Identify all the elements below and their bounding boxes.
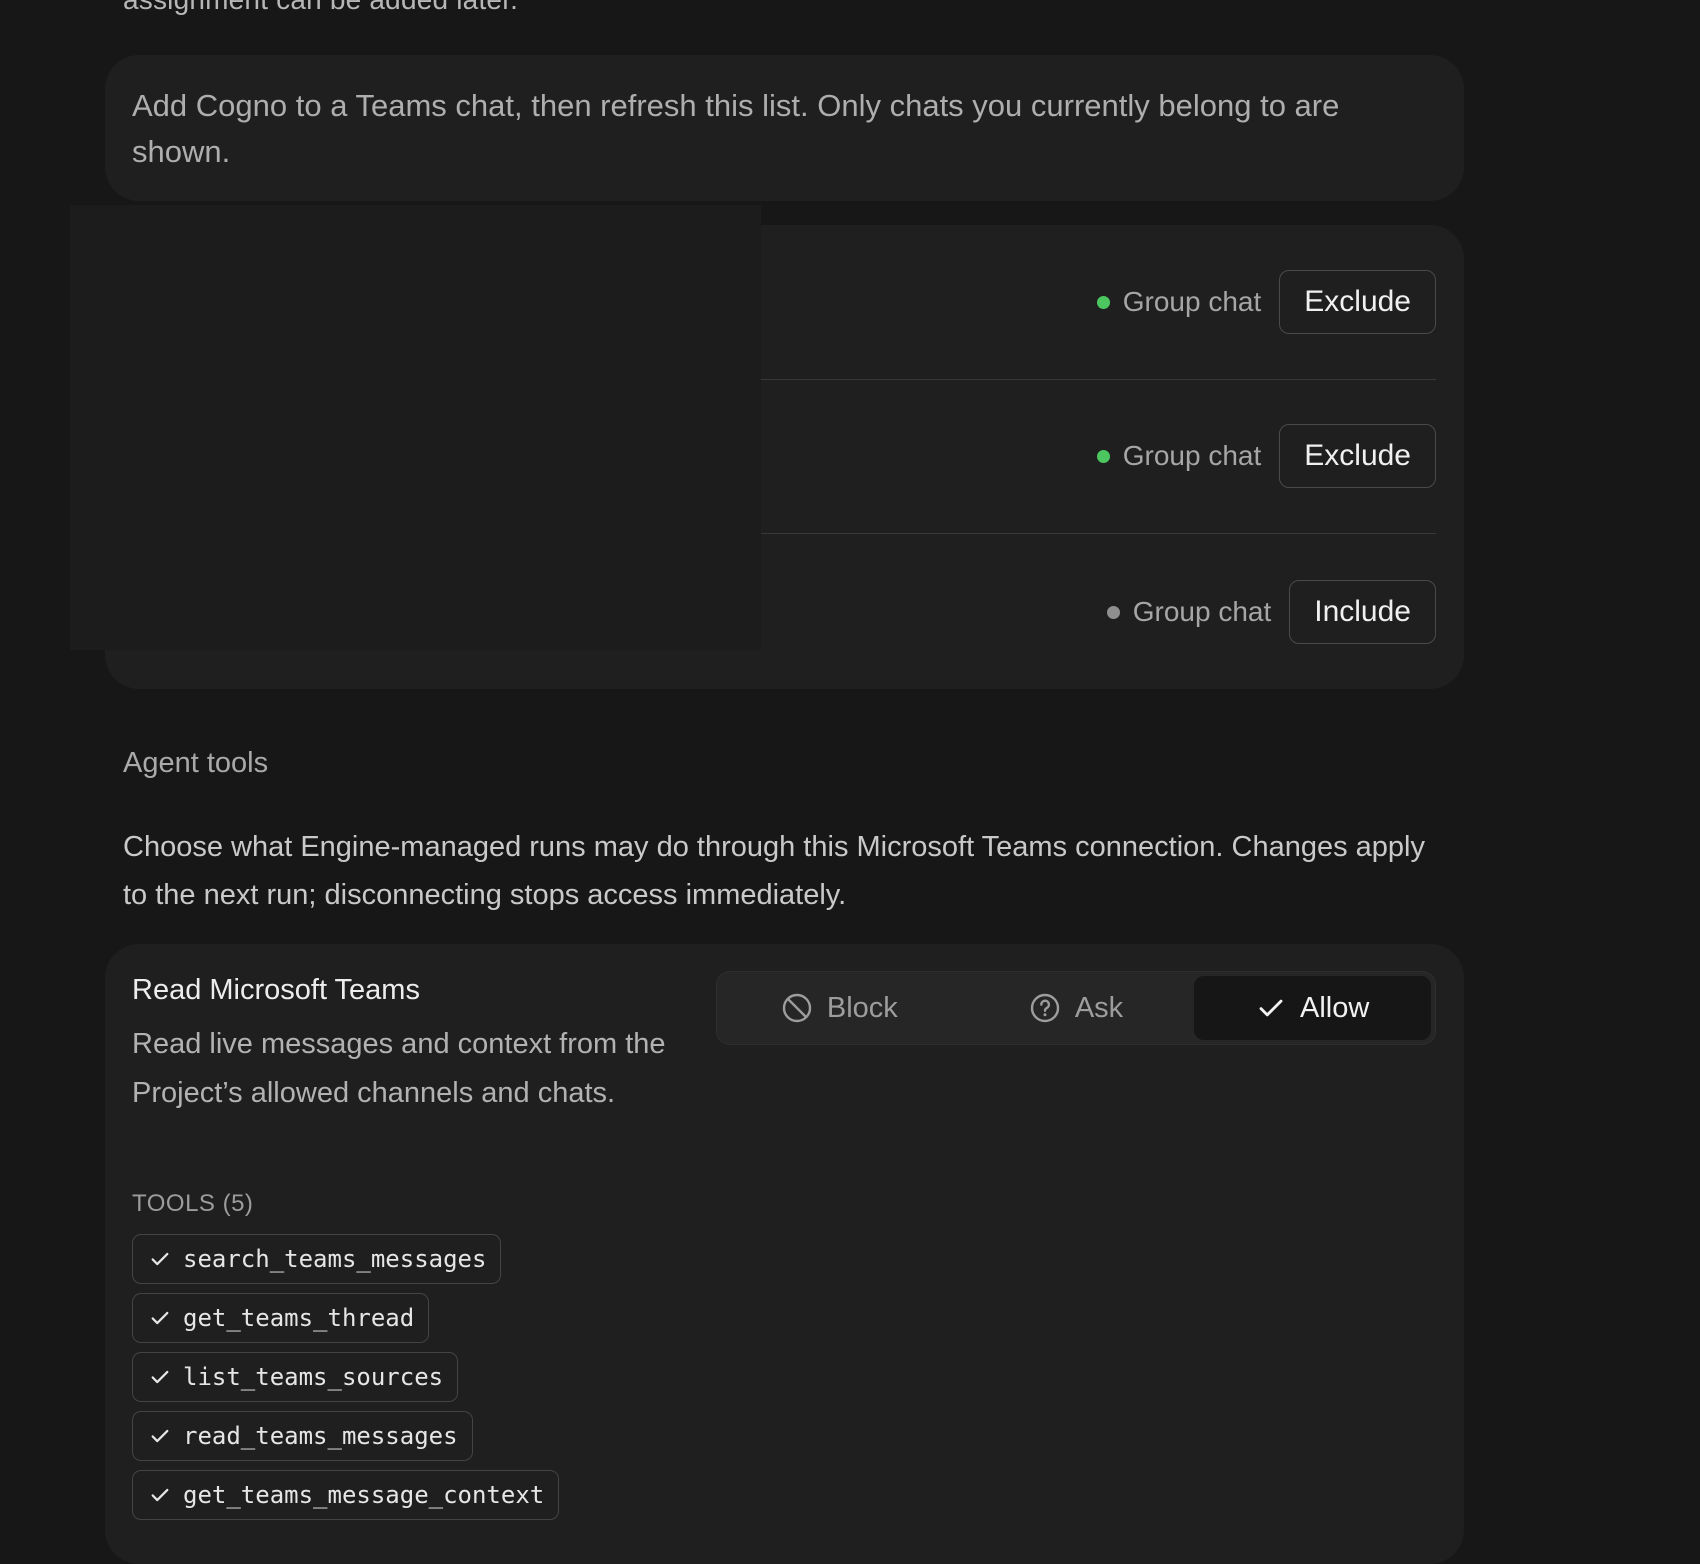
section-title: Agent tools xyxy=(123,747,269,779)
tool-chip: get_teams_message_context xyxy=(132,1470,560,1520)
block-option[interactable]: Block xyxy=(721,976,958,1040)
list-item: search_teams_messages xyxy=(132,1234,559,1293)
status-dot xyxy=(1106,605,1120,619)
check-icon xyxy=(1259,999,1283,1017)
chat-names-area xyxy=(70,205,761,650)
check-icon xyxy=(151,1252,169,1266)
tool-chip: read_teams_messages xyxy=(132,1411,473,1461)
tool-group-description: Read live messages and context from the … xyxy=(132,1028,666,1109)
ask-label: Ask xyxy=(1074,991,1124,1024)
chat-info-note: Add Cogno to a Teams chat, then refresh … xyxy=(105,55,1464,201)
status-dot xyxy=(1096,295,1110,309)
exclude-button[interactable]: Exclude xyxy=(1279,270,1436,334)
block-label: Block xyxy=(826,991,898,1024)
tool-name: get_teams_thread xyxy=(183,1304,415,1332)
check-icon xyxy=(151,1370,169,1384)
chat-row: Group chat Exclude xyxy=(761,225,1436,380)
tool-group-title: Read Microsoft Teams xyxy=(132,974,420,1006)
check-icon xyxy=(151,1429,169,1443)
chat-row: Group chat Include xyxy=(761,535,1436,689)
chat-type-label: Group chat xyxy=(1132,596,1272,627)
permission-toggle: Block Ask Allow xyxy=(716,971,1436,1045)
section-description: Choose what Engine-managed runs may do t… xyxy=(123,831,1425,911)
exclude-button[interactable]: Exclude xyxy=(1279,424,1436,488)
tool-name: get_teams_message_context xyxy=(183,1481,545,1509)
chat-type-label: Group chat xyxy=(1122,440,1262,471)
tool-name: list_teams_sources xyxy=(183,1363,444,1391)
check-icon xyxy=(151,1311,169,1325)
tool-name: read_teams_messages xyxy=(183,1422,458,1450)
section-description-fragment: assignment can be added later. xyxy=(123,0,518,16)
list-item: list_teams_sources xyxy=(132,1352,559,1411)
list-item: get_teams_thread xyxy=(132,1293,559,1352)
list-item: read_teams_messages xyxy=(132,1411,559,1470)
allow-option[interactable]: Allow xyxy=(1194,976,1432,1040)
chat-row: Group chat Exclude xyxy=(761,379,1436,534)
allow-label: Allow xyxy=(1300,991,1370,1024)
include-button[interactable]: Include xyxy=(1289,580,1436,644)
status-dot xyxy=(1096,449,1110,463)
check-icon xyxy=(151,1488,169,1502)
question-icon xyxy=(1030,993,1060,1023)
tools-count-label: TOOLS (5) xyxy=(132,1190,254,1217)
ask-option[interactable]: Ask xyxy=(958,976,1195,1040)
tool-chip: list_teams_sources xyxy=(132,1352,459,1402)
tool-chip: get_teams_thread xyxy=(132,1293,430,1343)
chat-status: Group chat xyxy=(1096,286,1262,318)
chat-status: Group chat xyxy=(1106,596,1272,628)
chat-status: Group chat xyxy=(1096,440,1262,472)
chat-type-label: Group chat xyxy=(1122,286,1262,317)
tool-list: search_teams_messages get_teams_thread l… xyxy=(132,1234,560,1529)
tool-name: search_teams_messages xyxy=(183,1245,487,1273)
block-icon xyxy=(782,993,812,1023)
tool-chip: search_teams_messages xyxy=(132,1234,502,1284)
